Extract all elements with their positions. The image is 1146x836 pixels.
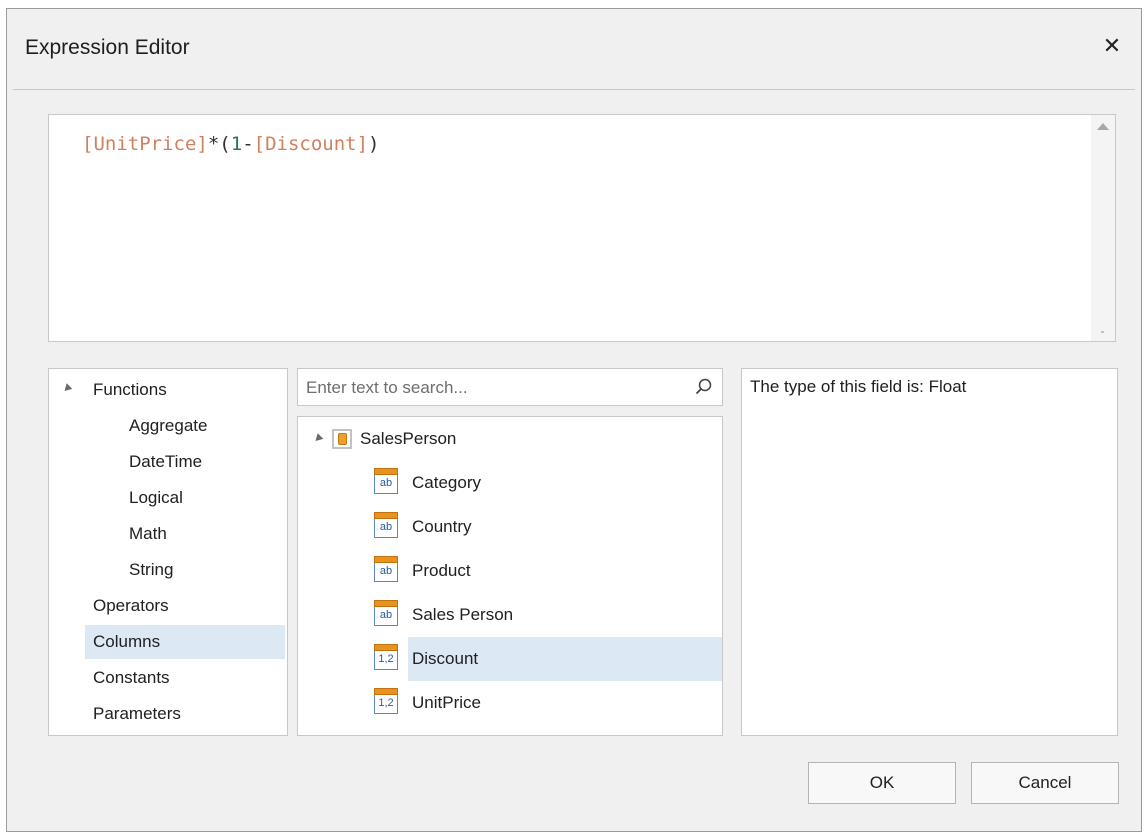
expression-token-field: [UnitPrice] xyxy=(82,133,208,155)
text-field-icon: ab xyxy=(374,556,398,582)
expression-token-field: [Discount] xyxy=(253,133,369,155)
title-bar: Expression Editor ✕ xyxy=(7,9,1141,87)
text-field-icon: ab xyxy=(374,600,398,626)
category-aggregate[interactable]: Aggregate xyxy=(121,409,281,443)
search-input[interactable] xyxy=(298,369,688,407)
expression-scrollbar[interactable] xyxy=(1091,115,1115,341)
text-field-icon: ab xyxy=(374,512,398,538)
description-panel: The type of this field is: Float xyxy=(741,368,1118,736)
tree-item-salesperson[interactable]: SalesPerson xyxy=(360,417,710,461)
tree-item-sales-person[interactable]: ab Sales Person xyxy=(374,593,718,637)
category-panel: Functions Aggregate DateTime Logical Mat… xyxy=(48,368,288,736)
collapse-arrow-icon[interactable] xyxy=(61,383,73,394)
expression-editor-dialog: Expression Editor ✕ [UnitPrice]*(1-[Disc… xyxy=(6,8,1142,832)
dialog-title: Expression Editor xyxy=(25,36,190,59)
scroll-up-icon[interactable] xyxy=(1097,123,1109,130)
collapse-arrow-icon[interactable] xyxy=(312,433,324,444)
tree-item-label: Product xyxy=(412,561,471,580)
scroll-down-icon[interactable] xyxy=(1101,331,1104,333)
datasource-icon xyxy=(332,429,352,449)
category-columns[interactable]: Columns xyxy=(85,625,285,659)
tree-item-label: Sales Person xyxy=(412,605,514,624)
category-functions[interactable]: Functions xyxy=(85,373,285,407)
tree-item-unitprice[interactable]: 1,2 UnitPrice xyxy=(374,681,718,725)
cancel-button[interactable]: Cancel xyxy=(971,762,1119,804)
category-operators[interactable]: Operators xyxy=(85,589,285,623)
category-constants[interactable]: Constants xyxy=(85,661,285,695)
description-text: The type of this field is: Float xyxy=(750,377,967,396)
tree-item-product[interactable]: ab Product xyxy=(374,549,718,593)
category-parameters[interactable]: Parameters xyxy=(85,697,285,731)
tree-item-label: Category xyxy=(412,473,481,492)
tree-item-country[interactable]: ab Country xyxy=(374,505,718,549)
text-field-icon: ab xyxy=(374,468,398,494)
expression-token-op: *( xyxy=(207,133,231,155)
expression-token-num: 1 xyxy=(230,133,243,155)
category-math[interactable]: Math xyxy=(121,517,281,551)
tree-item-category[interactable]: ab Category xyxy=(374,461,718,505)
numeric-field-icon: 1,2 xyxy=(374,644,398,670)
expression-text-area[interactable]: [UnitPrice]*(1-[Discount]) xyxy=(48,114,1116,342)
category-logical[interactable]: Logical xyxy=(121,481,281,515)
close-button[interactable]: ✕ xyxy=(1097,31,1127,61)
column-tree: SalesPerson ab Category ab Country ab Pr… xyxy=(297,416,723,736)
close-icon: ✕ xyxy=(1102,33,1122,58)
dialog-content: [UnitPrice]*(1-[Discount]) Functions Agg… xyxy=(13,89,1135,828)
tree-item-label: UnitPrice xyxy=(412,693,481,712)
expression-token-op: - xyxy=(242,133,254,155)
search-icon[interactable] xyxy=(694,377,714,397)
tree-item-label: Discount xyxy=(412,649,479,668)
search-box[interactable] xyxy=(297,368,723,407)
category-string[interactable]: String xyxy=(121,553,281,587)
numeric-field-icon: 1,2 xyxy=(374,688,398,714)
expression-token-op: ) xyxy=(368,133,380,155)
category-datetime[interactable]: DateTime xyxy=(121,445,281,479)
ok-button[interactable]: OK xyxy=(808,762,956,804)
tree-item-label: Country xyxy=(412,517,472,536)
expression-text[interactable]: [UnitPrice]*(1-[Discount]) xyxy=(82,133,379,155)
tree-item-discount[interactable]: 1,2 Discount xyxy=(374,637,722,681)
